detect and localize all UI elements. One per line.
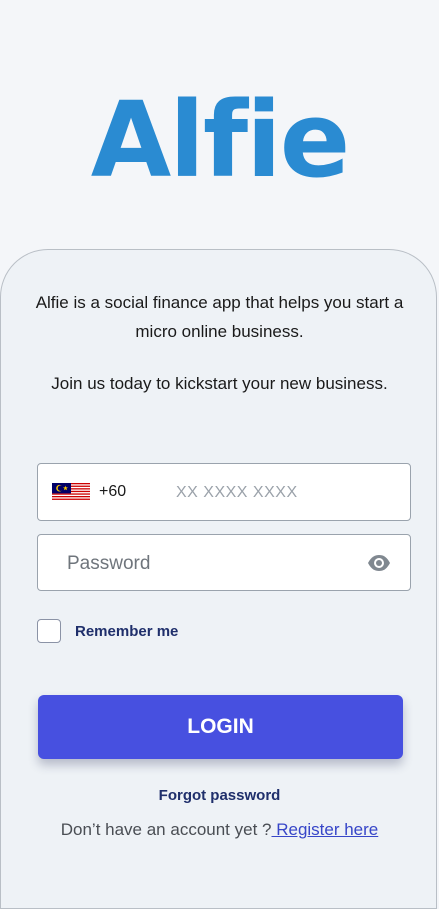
join-text: Join us today to kickstart your new busi…: [51, 374, 388, 393]
password-input[interactable]: [65, 543, 359, 585]
app-description: Alfie is a social finance app that helps…: [35, 293, 404, 341]
remember-me-label: Remember me: [75, 622, 179, 640]
register-link[interactable]: Register here: [271, 820, 378, 839]
app-logo: Alfie: [90, 79, 351, 201]
login-button[interactable]: LOGIN: [38, 695, 403, 759]
country-code[interactable]: +60: [99, 483, 126, 501]
eye-icon[interactable]: [367, 552, 391, 574]
malaysia-flag-icon[interactable]: [52, 483, 90, 501]
register-prompt-text: Don’t have an account yet ?: [60, 820, 272, 839]
phone-input[interactable]: [174, 472, 398, 514]
remember-me-toggle[interactable]: Remember me: [37, 617, 178, 645]
register-prompt: Don’t have an account yet ? Register her…: [0, 820, 439, 840]
phone-field[interactable]: +60: [37, 463, 411, 521]
password-field[interactable]: [37, 534, 411, 591]
remember-me-checkbox[interactable]: [37, 619, 61, 643]
forgot-password-link[interactable]: Forgot password: [0, 787, 439, 804]
